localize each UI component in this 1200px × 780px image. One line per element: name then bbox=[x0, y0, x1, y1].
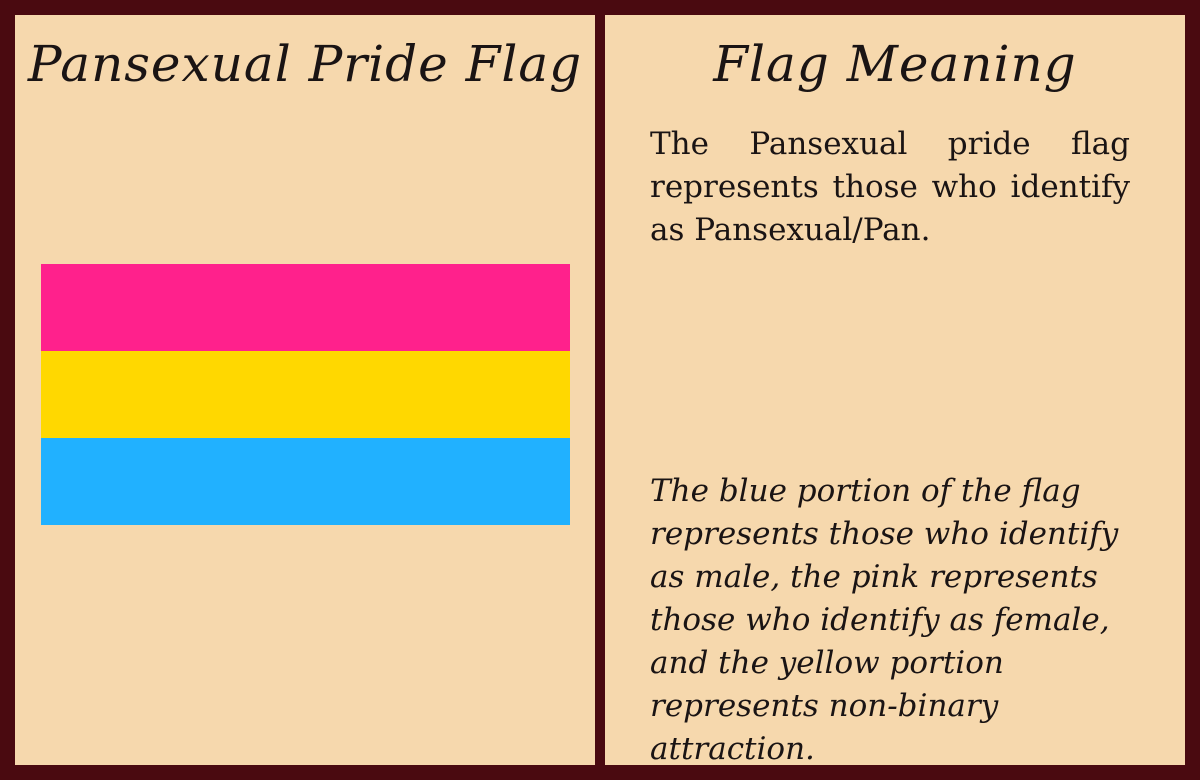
pansexual-flag bbox=[41, 264, 570, 525]
pink-stripe bbox=[41, 264, 570, 351]
meaning-detail-text: The blue portion of the flag represents … bbox=[650, 473, 1119, 767]
meaning-panel-title: Flag Meaning bbox=[713, 35, 1077, 93]
flag-panel-title: Pansexual Pride Flag bbox=[27, 35, 583, 93]
yellow-stripe bbox=[41, 351, 570, 438]
blue-stripe bbox=[41, 438, 570, 525]
frame: Pansexual Pride Flag Flag Meaning The Pa… bbox=[0, 0, 1200, 780]
meaning-panel: Flag Meaning The Pansexual pride flag re… bbox=[605, 15, 1185, 767]
flag-panel: Pansexual Pride Flag bbox=[15, 15, 595, 765]
meaning-primary-text: The Pansexual pride flag represents thos… bbox=[650, 126, 1130, 248]
